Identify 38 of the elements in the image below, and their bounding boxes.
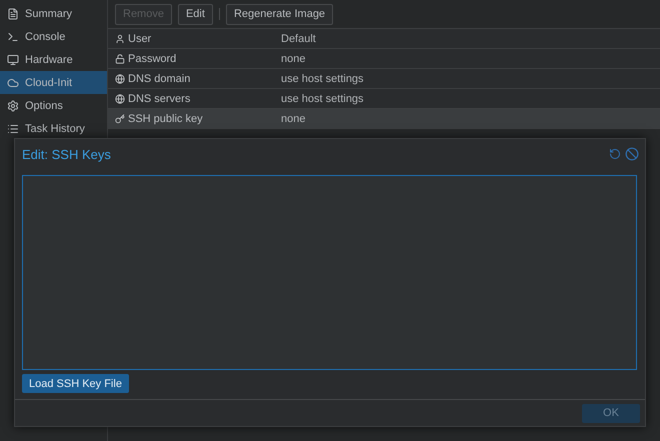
sidebar-item[interactable]: Task History: [0, 117, 107, 140]
user-icon: [115, 34, 125, 44]
globe-icon: [115, 74, 125, 84]
table-cell-text: none: [280, 52, 306, 64]
table-row[interactable]: DNS domain use host settings: [108, 69, 660, 89]
key-icon: [115, 114, 125, 124]
sidebar-item[interactable]: Options: [0, 94, 107, 117]
terminal-icon: [7, 30, 19, 42]
table-row[interactable]: SSH public key none: [108, 109, 660, 129]
sidebar-item[interactable]: Hardware: [0, 48, 107, 71]
toolbar-button[interactable]: Edit: [178, 4, 213, 24]
table-cell: User: [128, 32, 152, 44]
sidebar-item[interactable]: Summary: [0, 2, 107, 25]
table-row[interactable]: DNS servers use host settings: [108, 89, 660, 109]
cloud-icon: [7, 76, 19, 88]
reset-icon[interactable]: [609, 148, 621, 160]
table-cell-text: none: [280, 112, 306, 124]
table-cell: DNS domain: [128, 72, 190, 84]
table-row[interactable]: User Default: [108, 29, 660, 49]
table-cell: Password: [128, 52, 176, 64]
table-row[interactable]: Password none: [108, 49, 660, 69]
dialog-title: Edit: SSH Keys: [22, 146, 111, 162]
table-cell-text: use host settings: [280, 72, 364, 84]
sidebar-item[interactable]: Cloud-Init: [0, 71, 107, 94]
circle-slash-icon[interactable]: [625, 147, 639, 161]
table-cell: SSH public key: [128, 112, 203, 124]
toolbar-button[interactable]: Regenerate Image: [226, 4, 334, 24]
monitor-icon: [7, 54, 19, 66]
load-file-button[interactable]: Load SSH Key File: [22, 374, 129, 393]
table-cell-text: Default: [280, 32, 316, 44]
sidebar-item[interactable]: Console: [0, 25, 107, 48]
document-icon: [7, 8, 19, 20]
globe-icon: [115, 94, 125, 104]
table-cell-text: use host settings: [280, 92, 364, 104]
ssh-keys-field[interactable]: [22, 175, 637, 370]
settings-icon: [7, 100, 19, 112]
table-cell: DNS servers: [128, 92, 190, 104]
unlocked-padlock-icon: [115, 54, 125, 64]
